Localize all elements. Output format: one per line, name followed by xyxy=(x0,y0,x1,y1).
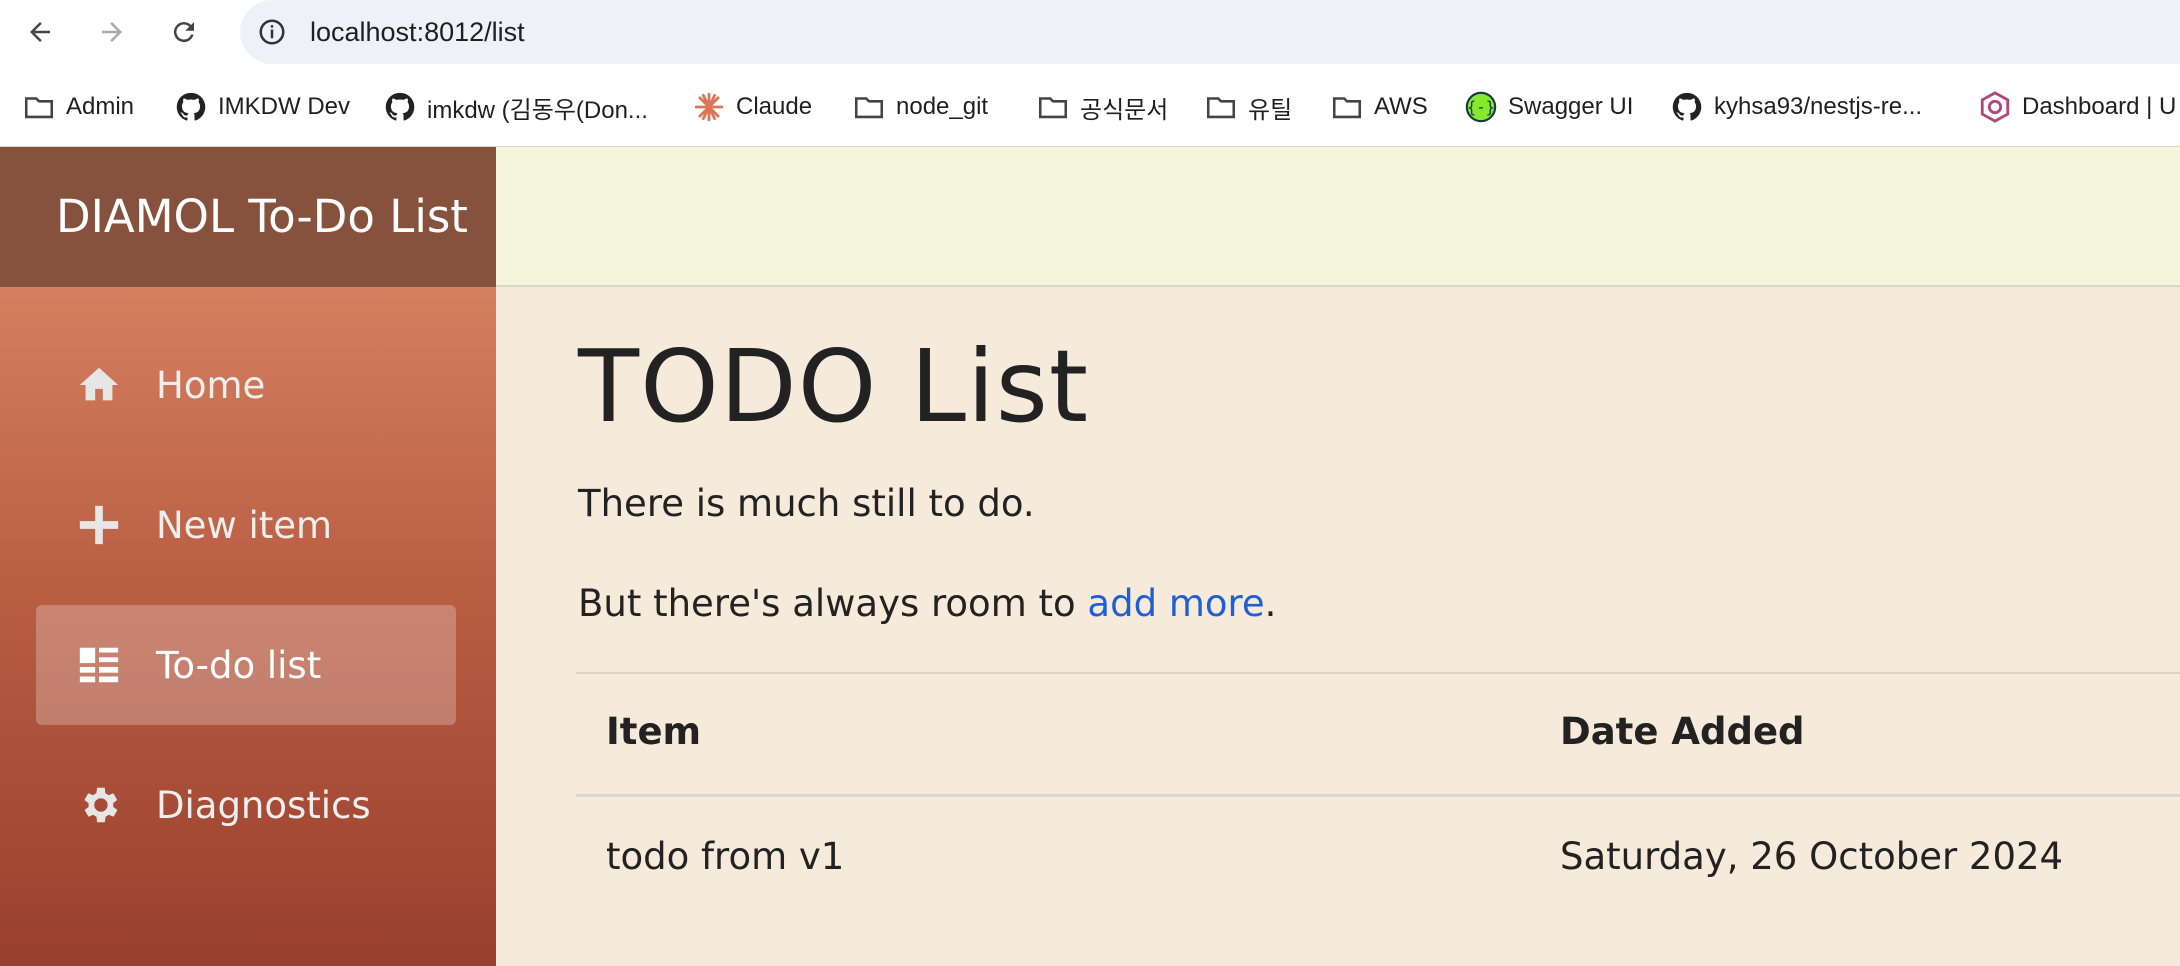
bookmark-label: imkdw (김동우(Don... xyxy=(427,96,648,124)
brand-title[interactable]: DIAMOL To-Do List xyxy=(56,147,468,287)
arrow-left-icon xyxy=(30,22,50,42)
arrow-right-icon xyxy=(102,22,122,42)
table-header-date: Date Added xyxy=(1560,710,1805,753)
back-button[interactable] xyxy=(18,10,62,54)
sidebar-item-label: New item xyxy=(156,503,333,547)
row-date-cell: Saturday, 26 October 2024 xyxy=(1560,835,2064,878)
bookmark-nestjs[interactable]: kyhsa93/nestjs-re... xyxy=(1670,88,1922,126)
row-item-cell: todo from v1 xyxy=(606,835,845,878)
bookmark-docs[interactable]: 공식문서 xyxy=(1036,88,1168,126)
bookmark-label: 유틸 xyxy=(1248,96,1293,124)
add-more-suffix: . xyxy=(1264,582,1277,625)
claude-icon xyxy=(692,90,726,124)
add-more-text: But there's always room to add more. xyxy=(578,582,1276,625)
sidebar-item-diagnostics[interactable]: Diagnostics xyxy=(36,745,456,865)
bookmark-label: IMKDW Dev xyxy=(218,93,350,120)
app-page: DIAMOL To-Do List Home New item To-do li… xyxy=(0,147,2180,966)
bookmark-util[interactable]: 유틸 xyxy=(1204,88,1292,126)
sidebar-item-label: To-do list xyxy=(156,643,322,687)
main-content: TODO List There is much still to do. But… xyxy=(496,287,2180,966)
svg-text:{-}: {-} xyxy=(1467,99,1495,117)
bookmark-label: AWS xyxy=(1374,93,1428,120)
table-top-border xyxy=(576,672,2180,674)
bookmark-label: 공식문서 xyxy=(1080,96,1169,124)
sidebar-nav: Home New item To-do list Diagnostics xyxy=(0,287,496,966)
site-info-icon[interactable] xyxy=(254,14,290,50)
folder-icon xyxy=(22,90,56,124)
bookmark-label: node_git xyxy=(896,93,989,120)
add-more-prefix: But there's always room to xyxy=(578,582,1088,625)
bookmark-label: Swagger UI xyxy=(1508,93,1634,120)
bookmark-swagger[interactable]: {-} Swagger UI xyxy=(1464,88,1633,126)
page-title: TODO List xyxy=(578,328,1090,445)
gear-icon xyxy=(76,782,122,828)
sidebar-item-label: Diagnostics xyxy=(156,783,371,827)
dashboard-icon xyxy=(1978,90,2012,124)
home-icon xyxy=(76,362,122,408)
forward-button[interactable] xyxy=(90,10,134,54)
github-icon xyxy=(1670,90,1704,124)
brand-header: DIAMOL To-Do List xyxy=(0,147,496,287)
folder-icon xyxy=(852,90,886,124)
add-more-link[interactable]: add more xyxy=(1087,582,1264,625)
browser-toolbar: localhost:8012/list xyxy=(0,0,2180,64)
table-header-border xyxy=(576,794,2180,797)
github-icon xyxy=(383,90,417,124)
bookmark-aws[interactable]: AWS xyxy=(1330,88,1428,126)
bookmarks-bar: Admin IMKDW Dev imkdw (김동우(Don... Claude… xyxy=(0,64,2180,147)
sidebar-item-todo-list[interactable]: To-do list xyxy=(36,605,456,725)
bookmark-admin[interactable]: Admin xyxy=(22,88,134,126)
folder-icon xyxy=(1330,90,1364,124)
bookmark-claude[interactable]: Claude xyxy=(692,88,812,126)
bookmark-label: Claude xyxy=(736,93,813,120)
reload-button[interactable] xyxy=(162,10,206,54)
bookmark-imkdw-dev[interactable]: IMKDW Dev xyxy=(174,88,350,126)
bookmark-node-git[interactable]: node_git xyxy=(852,88,988,126)
sidebar-item-label: Home xyxy=(156,363,266,407)
address-bar[interactable]: localhost:8012/list xyxy=(240,0,2180,64)
plus-icon xyxy=(76,502,122,548)
table-header-item: Item xyxy=(606,710,702,753)
sidebar-item-new-item[interactable]: New item xyxy=(36,465,456,585)
folder-icon xyxy=(1036,90,1070,124)
swagger-icon: {-} xyxy=(1464,90,1498,124)
bookmark-dashboard[interactable]: Dashboard | U xyxy=(1978,88,2176,126)
bookmark-label: Admin xyxy=(66,93,135,120)
bookmark-imkdw[interactable]: imkdw (김동우(Don... xyxy=(383,88,648,126)
folder-icon xyxy=(1204,90,1238,124)
bookmark-label: Dashboard | U xyxy=(2022,93,2177,120)
github-icon xyxy=(174,90,208,124)
list-icon xyxy=(76,642,122,688)
top-header-bar xyxy=(496,147,2180,287)
reload-icon xyxy=(173,22,194,43)
subtitle-text: There is much still to do. xyxy=(578,482,1035,525)
sidebar-item-home[interactable]: Home xyxy=(36,325,456,445)
url-text[interactable]: localhost:8012/list xyxy=(310,0,525,64)
bookmark-label: kyhsa93/nestjs-re... xyxy=(1714,93,1923,120)
